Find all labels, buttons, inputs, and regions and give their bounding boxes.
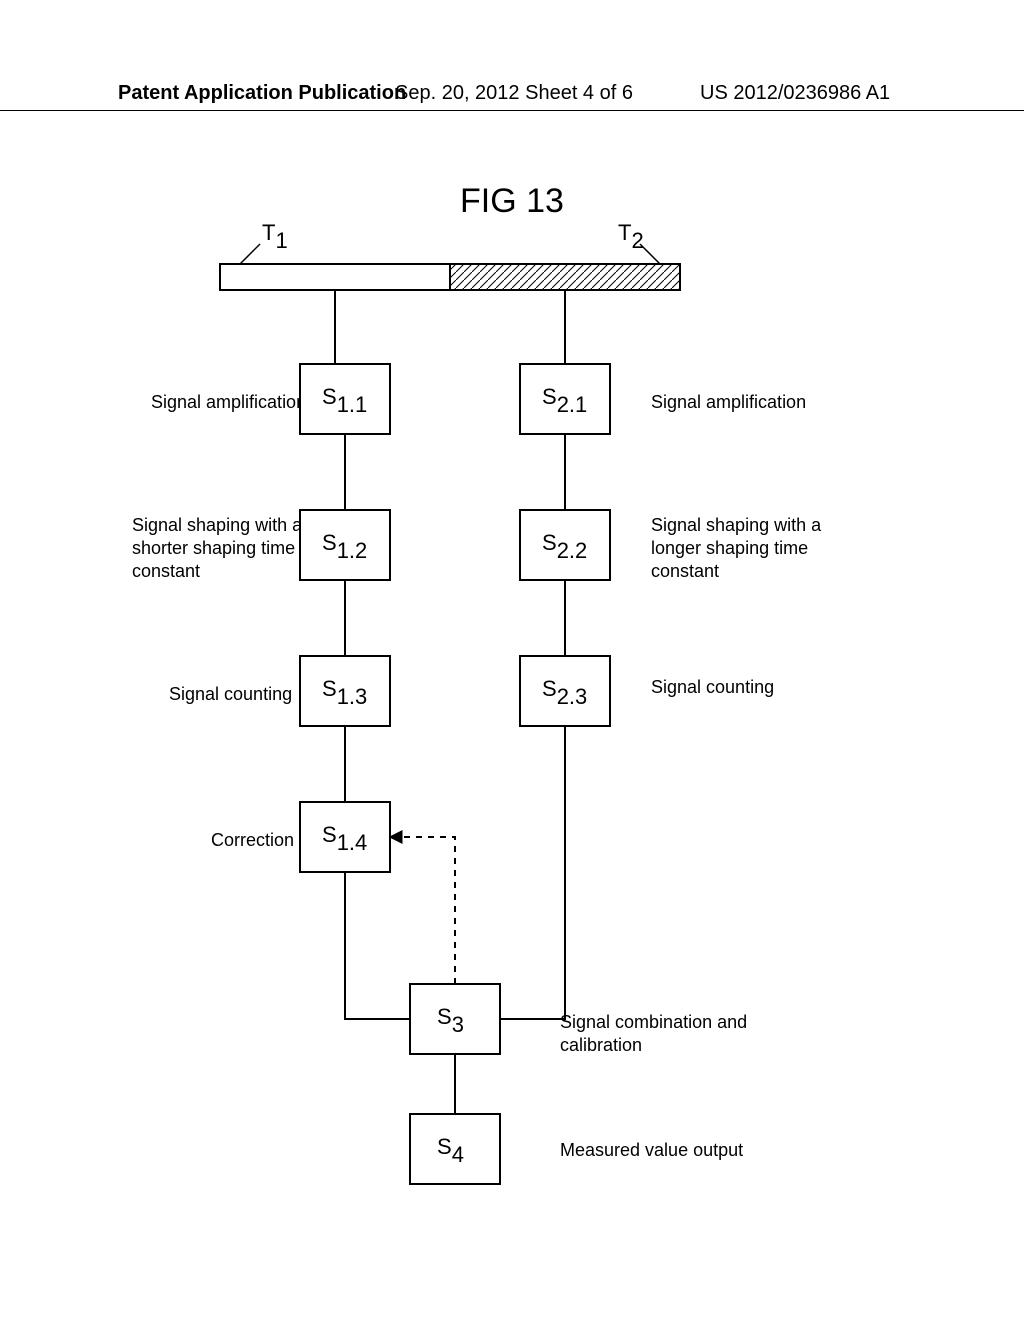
leader-T1 [240, 244, 260, 264]
header-left: Patent Application Publication [118, 82, 406, 105]
top-bar-T1 [220, 264, 450, 290]
header-rule [0, 110, 1024, 111]
conn-s23-s3 [500, 726, 565, 1019]
header-center: Sep. 20, 2012 Sheet 4 of 6 [395, 82, 633, 105]
conn-dashed-s3-s14 [390, 837, 455, 984]
figure-title: FIG 13 [0, 182, 1024, 221]
flow-diagram: T1 T2 S1.1 S1.2 S1.3 S1.4 S2.1 S2.2 S2.3 [120, 224, 910, 1224]
header-right: US 2012/0236986 A1 [700, 82, 890, 105]
top-bar-T2 [450, 264, 680, 290]
conn-s14-s3 [345, 872, 410, 1019]
label-T2: T2 [618, 224, 644, 253]
label-T1: T1 [262, 224, 288, 253]
page: Patent Application Publication Sep. 20, … [0, 0, 1024, 1320]
